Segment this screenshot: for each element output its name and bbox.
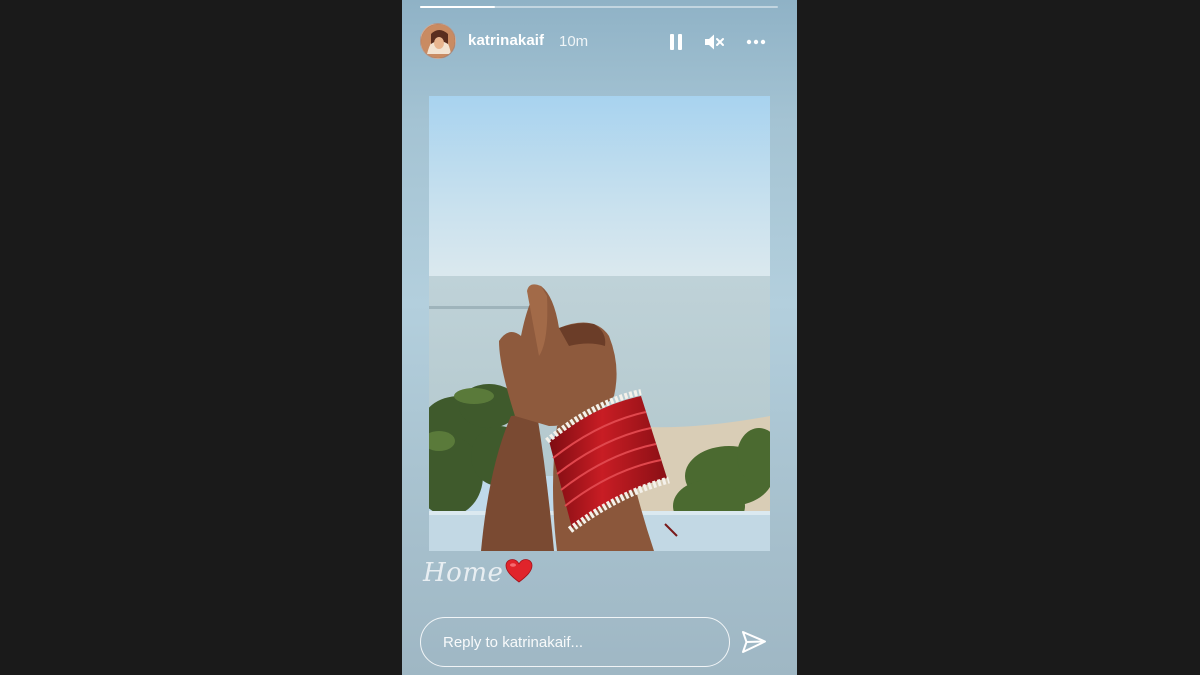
red-heart-icon (505, 558, 533, 589)
story-photo (429, 96, 770, 551)
caption-text: Home (423, 558, 504, 588)
story-username[interactable]: katrinakaif (468, 32, 544, 49)
more-options-icon[interactable] (745, 31, 767, 53)
avatar-image (421, 24, 455, 58)
muted-speaker-icon[interactable] (703, 31, 725, 53)
story-timestamp: 10m (559, 33, 589, 50)
pause-icon[interactable] (665, 31, 687, 53)
story-viewer: katrinakaif 10m Home Reply to katrinakai… (0, 0, 1200, 675)
story-photo-image (429, 96, 770, 551)
story-caption: Home (423, 556, 533, 590)
reply-input[interactable] (420, 617, 730, 667)
story-card: katrinakaif 10m Home Reply to katrinakai… (402, 0, 797, 675)
story-header: katrinakaif 10m (420, 22, 780, 60)
story-progress-fill (420, 6, 496, 8)
story-progress-track (420, 6, 778, 8)
send-paper-plane-icon[interactable] (740, 628, 768, 656)
avatar[interactable] (420, 23, 456, 59)
